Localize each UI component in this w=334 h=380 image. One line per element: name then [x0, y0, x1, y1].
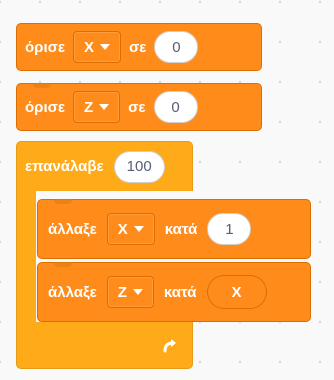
- set-x-variable-label: X: [84, 38, 95, 56]
- change-x-block[interactable]: άλλαξε X κατά 1: [37, 199, 311, 259]
- change-z-by-label: κατά: [163, 283, 197, 301]
- x-variable-reporter[interactable]: X: [206, 275, 267, 309]
- change-x-by-label: κατά: [164, 220, 198, 238]
- change-z-keyword: άλλαξε: [48, 283, 97, 301]
- block-notch: [54, 262, 72, 267]
- change-x-keyword: άλλαξε: [48, 220, 97, 238]
- block-notch: [33, 83, 51, 88]
- repeat-block-arm: [16, 190, 36, 323]
- change-z-block[interactable]: άλλαξε Z κατά X: [37, 262, 311, 322]
- set-x-variable-dropdown[interactable]: X: [73, 31, 122, 63]
- repeat-count-input[interactable]: 100: [113, 150, 165, 183]
- set-z-variable-dropdown[interactable]: Z: [73, 91, 121, 123]
- block-notch: [54, 199, 72, 204]
- change-x-variable-label: X: [117, 220, 128, 238]
- set-z-variable-label: Z: [84, 98, 94, 116]
- repeat-keyword: επανάλαβε: [25, 158, 104, 175]
- set-z-keyword: όρισε: [25, 98, 65, 116]
- repeat-block-header[interactable]: επανάλαβε 100: [16, 141, 193, 191]
- dropdown-caret-icon: [133, 226, 144, 232]
- set-z-to-label: σε: [128, 98, 146, 116]
- set-z-block[interactable]: όρισε Z σε 0: [16, 83, 262, 131]
- repeat-block-footer: [16, 322, 193, 369]
- set-z-value-input[interactable]: 0: [153, 91, 198, 123]
- loop-arrow-icon: [160, 336, 180, 356]
- change-x-value-input[interactable]: 1: [207, 213, 252, 245]
- set-x-block[interactable]: όρισε X σε 0: [16, 23, 262, 71]
- change-z-variable-label: Z: [117, 283, 127, 301]
- change-x-variable-dropdown[interactable]: X: [106, 213, 155, 245]
- dropdown-caret-icon: [132, 289, 143, 295]
- set-x-keyword: όρισε: [25, 38, 65, 56]
- dropdown-caret-icon: [100, 44, 111, 50]
- set-x-to-label: σε: [129, 38, 147, 56]
- set-x-value-input[interactable]: 0: [154, 31, 199, 63]
- change-z-variable-dropdown[interactable]: Z: [106, 276, 154, 308]
- dropdown-caret-icon: [99, 104, 110, 110]
